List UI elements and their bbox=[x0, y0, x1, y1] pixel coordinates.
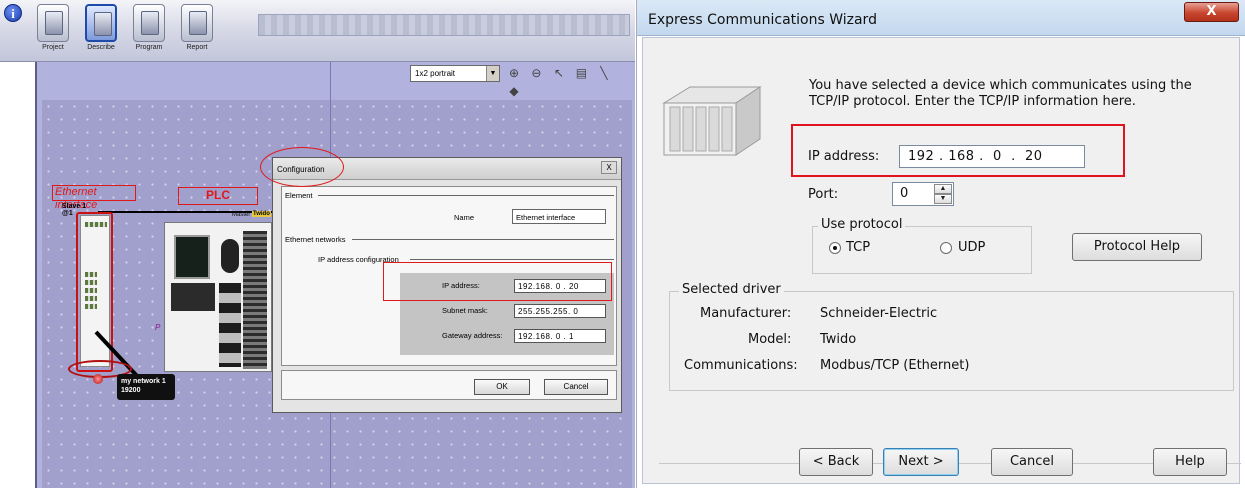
close-icon[interactable]: X bbox=[1184, 2, 1239, 22]
describe-button[interactable]: Describe bbox=[78, 4, 124, 60]
plc-port bbox=[221, 239, 239, 273]
title-highlight-circle bbox=[260, 147, 344, 187]
protocol-group-label: Use protocol bbox=[818, 217, 906, 232]
pointer-icon[interactable]: ↖ bbox=[552, 65, 566, 81]
name-field[interactable]: Ethernet interface bbox=[512, 209, 606, 224]
express-wizard-window: Express Communications Wizard X You have… bbox=[636, 0, 1245, 488]
network-baud: 19200 bbox=[121, 387, 141, 394]
wizard-title: Express Communications Wizard bbox=[648, 12, 877, 28]
close-icon[interactable]: X bbox=[601, 161, 617, 174]
plc-keypad bbox=[171, 283, 215, 311]
ip-address-label: IP address: bbox=[808, 149, 880, 164]
divider bbox=[410, 259, 614, 260]
divider bbox=[318, 195, 614, 196]
next-button[interactable]: Next > bbox=[883, 448, 959, 476]
protocol-help-button[interactable]: Protocol Help bbox=[1072, 233, 1202, 261]
zoom-in-icon[interactable]: ⊕ bbox=[507, 65, 521, 81]
network-tag[interactable]: my network 1 19200 bbox=[117, 374, 175, 400]
tcp-radio[interactable] bbox=[829, 242, 841, 254]
program-icon bbox=[133, 4, 165, 42]
describe-icon bbox=[85, 4, 117, 42]
view-select[interactable]: 1x2 portrait ▼ bbox=[410, 65, 500, 82]
screenshot-root: i Project Describe Program Report 1x2 po… bbox=[0, 0, 1245, 488]
wizard-body: You have selected a device which communi… bbox=[642, 37, 1241, 484]
project-icon bbox=[37, 4, 69, 42]
ip-address-field[interactable]: 192 . 168 . 0 . 20 bbox=[899, 145, 1085, 168]
help-button[interactable]: Help bbox=[1153, 448, 1227, 476]
program-button[interactable]: Program bbox=[126, 4, 172, 60]
udp-radio[interactable] bbox=[940, 242, 952, 254]
model-label: Model: bbox=[748, 332, 792, 347]
plc-display bbox=[174, 235, 210, 279]
manufacturer-value: Schneider-Electric bbox=[820, 306, 938, 321]
element-section: Element bbox=[285, 191, 313, 200]
udp-label: UDP bbox=[958, 240, 986, 255]
toolbar-strip bbox=[258, 14, 630, 36]
zoom-tools: ⊕ ⊖ ↖ ▤ ╲ ◆ bbox=[507, 64, 631, 98]
project-button[interactable]: Project bbox=[30, 4, 76, 60]
twido-window: i Project Describe Program Report 1x2 po… bbox=[0, 0, 635, 488]
project-label: Project bbox=[42, 44, 64, 51]
subnet-mask-field[interactable]: 255.255.255. 0 bbox=[514, 304, 606, 318]
dialog-button-bar: OK Cancel bbox=[281, 370, 617, 400]
slave-name: Slave 1 bbox=[62, 203, 87, 210]
plc-io-strip bbox=[243, 231, 267, 369]
bus-line bbox=[98, 211, 278, 213]
divider bbox=[352, 239, 614, 240]
report-icon bbox=[181, 4, 213, 42]
module-icon[interactable]: ▤ bbox=[574, 65, 588, 81]
zoom-out-icon[interactable]: ⊖ bbox=[529, 65, 543, 81]
gateway-field[interactable]: 192.168. 0 . 1 bbox=[514, 329, 606, 343]
spin-down-icon[interactable]: ▼ bbox=[934, 194, 952, 204]
driver-group-label: Selected driver bbox=[679, 282, 784, 297]
name-label: Name bbox=[454, 213, 475, 222]
twido-label: Twido bbox=[252, 211, 271, 217]
p-tag: P bbox=[155, 323, 161, 332]
program-label: Program bbox=[135, 44, 163, 51]
twido-plc[interactable] bbox=[164, 222, 272, 372]
device-rack-icon bbox=[662, 86, 762, 156]
chevron-down-icon[interactable]: ▼ bbox=[486, 66, 499, 81]
spin-up-icon[interactable]: ▲ bbox=[934, 184, 952, 194]
communications-value: Modbus/TCP (Ethernet) bbox=[820, 358, 970, 373]
back-button[interactable]: < Back bbox=[799, 448, 873, 476]
networks-section: Ethernet networks bbox=[285, 235, 346, 244]
main-toolbar: i Project Describe Program Report bbox=[0, 0, 635, 62]
wizard-intro-text: You have selected a device which communi… bbox=[809, 78, 1192, 109]
cable-icon[interactable]: ╲ bbox=[597, 65, 611, 81]
tcp-label: TCP bbox=[846, 240, 871, 255]
ok-button[interactable]: OK bbox=[474, 379, 530, 395]
plc-terminals bbox=[219, 283, 241, 367]
connector-icon[interactable]: ◆ bbox=[507, 83, 521, 99]
ip-address-highlight bbox=[383, 262, 612, 301]
report-label: Report bbox=[186, 44, 208, 51]
manufacturer-label: Manufacturer: bbox=[700, 306, 792, 321]
cancel-button[interactable]: Cancel bbox=[991, 448, 1073, 476]
view-select-value: 1x2 portrait bbox=[415, 69, 456, 78]
model-value: Twido bbox=[820, 332, 857, 347]
network-node-icon[interactable] bbox=[93, 374, 103, 384]
network-name: my network 1 bbox=[121, 378, 166, 385]
gateway-label: Gateway address: bbox=[442, 331, 503, 340]
plc-label: PLC bbox=[178, 187, 258, 205]
port-spinner[interactable]: ▲ ▼ bbox=[934, 184, 952, 204]
port-label: Port: bbox=[808, 187, 839, 202]
master-label: Master bbox=[232, 212, 251, 218]
protocol-group bbox=[812, 226, 1032, 274]
subnet-mask-label: Subnet mask: bbox=[442, 306, 488, 315]
info-icon[interactable]: i bbox=[4, 4, 22, 22]
describe-label: Describe bbox=[87, 44, 115, 51]
ethernet-interface-label: Ethernet interface bbox=[52, 185, 136, 211]
wizard-titlebar: Express Communications Wizard X bbox=[637, 0, 1245, 36]
cancel-button[interactable]: Cancel bbox=[544, 379, 608, 395]
communications-label: Communications: bbox=[684, 358, 798, 373]
report-button[interactable]: Report bbox=[174, 4, 220, 60]
